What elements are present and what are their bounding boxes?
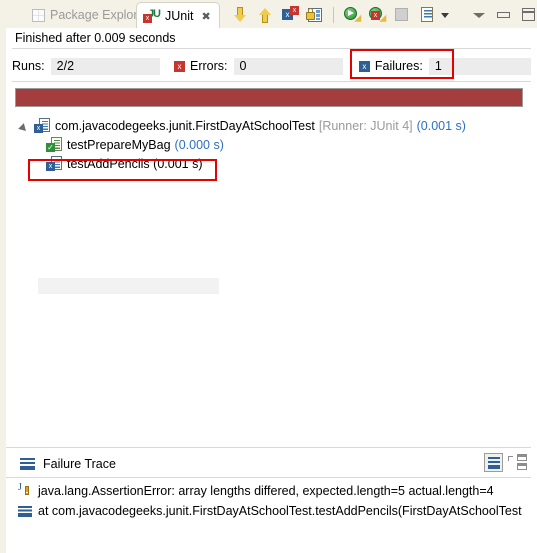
- stop-icon[interactable]: [393, 6, 411, 24]
- test-class-failed-icon: x: [34, 118, 50, 133]
- arrow-down-icon[interactable]: [231, 6, 249, 24]
- arrow-up-icon[interactable]: [256, 6, 274, 24]
- view-toolbar: x x x: [231, 2, 537, 28]
- tab-junit[interactable]: JU x JUnit ✖: [136, 2, 220, 29]
- package-explorer-icon: [32, 8, 45, 22]
- stack-frame-icon: [18, 505, 32, 517]
- toolbar-separator: [333, 7, 334, 23]
- tree-row[interactable]: x testAddPencils (0.001 s): [6, 154, 531, 173]
- tab-junit-label: JUnit: [165, 8, 194, 23]
- rerun-icon[interactable]: [343, 6, 365, 26]
- failure-trace-divider: [6, 477, 531, 478]
- expand-arrow-icon[interactable]: [18, 118, 34, 134]
- filter-icon[interactable]: [484, 453, 503, 472]
- junit-icon: JU x: [143, 8, 161, 23]
- selected-row-background: [38, 278, 219, 294]
- failure-x-icon: x: [358, 60, 370, 72]
- red-x-badge: x: [371, 11, 380, 20]
- failure-trace-text: at com.javacodegeeks.junit.FirstDayAtSch…: [38, 504, 522, 518]
- failure-trace-empty-area: [6, 522, 537, 553]
- tree-node-runner: [Runner: JUnit 4]: [318, 118, 413, 133]
- tree-row[interactable]: x com.javacodegeeks.junit.FirstDayAtScho…: [6, 116, 531, 135]
- tree-node-label: testPrepareMyBag: [67, 137, 171, 152]
- runs-label: Runs:: [12, 59, 45, 73]
- status-text: Finished after 0.009 seconds: [15, 31, 176, 45]
- junit-view: Package Explorer JU x JUnit ✖ x x x Fini…: [0, 0, 537, 553]
- red-x-badge: x: [290, 6, 299, 15]
- tree-row[interactable]: ✓ testPrepareMyBag (0.000 s): [6, 135, 531, 154]
- counters-row: Runs: 2/2 x Errors: 0 x Failures: 1: [12, 54, 531, 78]
- status-line: Finished after 0.009 seconds: [6, 28, 531, 48]
- tab-package-explorer-label: Package Explorer: [50, 7, 149, 22]
- tree-node-time: (0.001 s): [416, 118, 466, 133]
- runs-value: 2/2: [50, 57, 161, 75]
- failure-trace-title: Failure Trace: [43, 457, 116, 471]
- failure-trace-text: java.lang.AssertionError: array lengths …: [38, 484, 494, 498]
- history-list-icon[interactable]: [418, 6, 436, 24]
- status-divider: [12, 48, 531, 49]
- failure-trace-header: Failure Trace: [6, 452, 531, 476]
- exception-icon: [18, 482, 32, 498]
- errors-label: Errors:: [190, 59, 228, 73]
- error-x-icon: x: [174, 60, 186, 72]
- view-menu-icon[interactable]: [470, 6, 488, 24]
- lock-icon[interactable]: [306, 6, 324, 24]
- failures-value: 1: [428, 57, 531, 75]
- test-results-tree[interactable]: x com.javacodegeeks.junit.FirstDayAtScho…: [6, 116, 531, 444]
- tree-node-label: com.javacodegeeks.junit.FirstDayAtSchool…: [55, 118, 315, 133]
- rerun-failed-icon[interactable]: x: [368, 6, 390, 26]
- list-item[interactable]: at com.javacodegeeks.junit.FirstDayAtSch…: [6, 501, 537, 521]
- failures-only-icon[interactable]: x x: [281, 6, 299, 24]
- minimize-icon[interactable]: [495, 6, 513, 24]
- failures-label: Failures:: [374, 59, 423, 73]
- tab-bar: Package Explorer JU x JUnit ✖ x x x: [6, 0, 537, 29]
- tree-node-time: (0.000 s): [174, 137, 224, 152]
- maximize-icon[interactable]: [520, 6, 537, 24]
- close-icon[interactable]: ✖: [201, 10, 210, 23]
- failure-trace-toolbar: [484, 453, 527, 472]
- failure-trace-icon: [20, 458, 35, 470]
- failure-trace-list[interactable]: java.lang.AssertionError: array lengths …: [6, 481, 537, 521]
- tree-node-label: testAddPencils (0.001 s): [67, 156, 203, 171]
- test-progress-bar: [15, 88, 523, 107]
- progress-fill: [16, 89, 522, 106]
- errors-value: 0: [233, 57, 343, 75]
- counters-divider: [12, 81, 531, 82]
- test-passed-icon: ✓: [46, 137, 62, 152]
- list-item[interactable]: java.lang.AssertionError: array lengths …: [6, 481, 537, 501]
- chevron-down-icon[interactable]: [441, 12, 449, 18]
- test-failed-icon: x: [46, 156, 62, 171]
- restore-panels-icon[interactable]: [508, 453, 527, 472]
- failure-trace-divider-top: [6, 447, 531, 448]
